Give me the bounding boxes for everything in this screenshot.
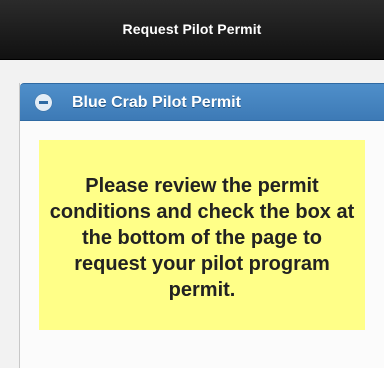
instructions-text: Please review the permit conditions and … [49,175,355,301]
permit-collapsible-header[interactable]: Blue Crab Pilot Permit [20,83,384,121]
minus-bar [39,101,48,104]
permit-section-title: Blue Crab Pilot Permit [72,94,241,111]
instructions-notice: Please review the permit conditions and … [39,140,365,330]
permit-collapsible-body: Please review the permit conditions and … [20,121,384,368]
page-content: Blue Crab Pilot Permit Please review the… [0,60,384,368]
minus-circle-icon[interactable] [35,94,52,111]
permit-collapsible: Blue Crab Pilot Permit Please review the… [19,83,384,368]
page-title: Request Pilot Permit [122,21,262,37]
top-toolbar: Request Pilot Permit [0,0,384,60]
